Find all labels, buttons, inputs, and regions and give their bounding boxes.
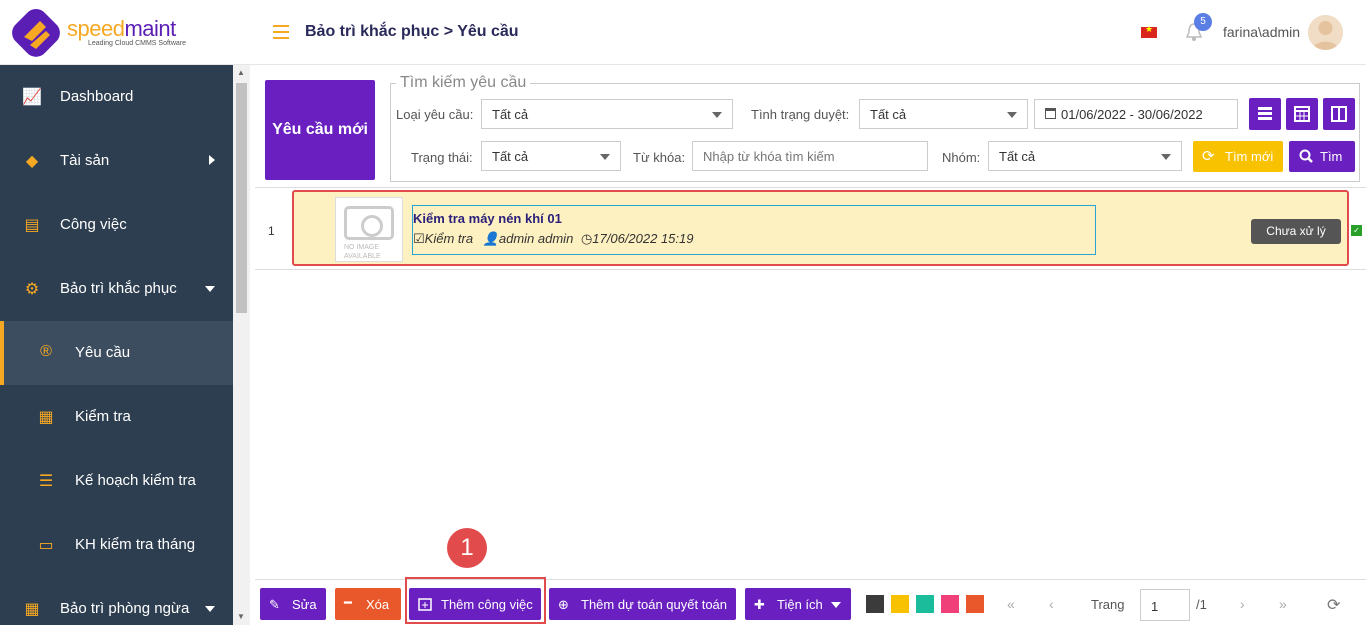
breadcrumb: Bảo trì khắc phục > Yêu cầu [305, 23, 519, 40]
page-label: Trang [1091, 597, 1125, 612]
keyword-label: Từ khóa: [633, 150, 686, 165]
pencil-icon: ✎ [269, 597, 280, 612]
calendar-icon: ▭ [38, 537, 54, 554]
task-icon: ▤ [24, 217, 40, 234]
calendar-grid-icon: ▦ [24, 601, 40, 618]
caret-down-icon [831, 602, 841, 608]
sidebar-item-tasks[interactable]: ▤ Công việc [0, 193, 233, 257]
calendar-icon [1045, 108, 1056, 119]
new-request-button[interactable]: Yêu cầu mới [265, 80, 375, 180]
color-swatch-yellow[interactable] [891, 595, 909, 613]
row-checkbox[interactable]: ✓ [1351, 225, 1362, 236]
sidebar-item-monthly-inspection[interactable]: ▭ KH kiểm tra tháng [0, 513, 233, 577]
request-type-select[interactable]: Tất cả [481, 99, 733, 129]
camera-icon [344, 206, 394, 240]
refresh-icon[interactable]: ⟳ [1327, 595, 1340, 615]
calendar-view-button[interactable] [1286, 98, 1318, 130]
username[interactable]: farina\admin [1223, 24, 1300, 40]
search-button[interactable]: Tìm [1289, 141, 1355, 172]
add-estimate-button[interactable]: ⊕ Thêm dự toán quyết toán [549, 588, 736, 620]
checkbox-icon: ☑ [413, 231, 425, 246]
reset-search-button[interactable]: ⟳ Tìm mới [1193, 141, 1283, 172]
approval-select[interactable]: Tất cả [859, 99, 1028, 129]
user-icon: 👤 [482, 231, 499, 246]
calendar-view-icon [1294, 106, 1310, 122]
vietnam-flag-icon[interactable] [1141, 24, 1157, 38]
request-icon: ® [40, 343, 52, 360]
request-title[interactable]: Kiểm tra máy nén khí 01 [413, 211, 562, 226]
speedmaint-logo-icon[interactable] [10, 7, 62, 59]
notification-badge: 5 [1194, 13, 1212, 31]
brand-name: speedmaint [67, 16, 176, 41]
sidebar-item-dashboard[interactable]: 📈 Dashboard [0, 65, 233, 129]
minus-icon: ━ [344, 595, 352, 610]
search-legend: Tìm kiếm yêu cầu [400, 74, 527, 91]
brand-tagline: Leading Cloud CMMS Software [88, 40, 187, 47]
status-badge: Chưa xử lý [1251, 219, 1341, 244]
prev-page-icon[interactable]: ‹ [1049, 596, 1054, 612]
sidebar-item-preventive-maintenance[interactable]: ▦ Bảo trì phòng ngừa [0, 577, 233, 641]
page-input[interactable]: 1 [1140, 589, 1190, 621]
first-page-icon[interactable]: « [1007, 596, 1015, 612]
date-range-input[interactable]: 01/06/2022 - 30/06/2022 [1034, 99, 1238, 129]
sidebar-item-inspection[interactable]: ▦ Kiểm tra [0, 385, 233, 449]
list-view-button[interactable] [1249, 98, 1281, 130]
puzzle-icon: ✚ [754, 597, 765, 612]
color-swatch-orange[interactable] [966, 595, 984, 613]
approval-label: Tình trạng duyệt: [751, 107, 850, 122]
color-swatch-dark[interactable] [866, 595, 884, 613]
group-select[interactable]: Tất cả [988, 141, 1182, 171]
sidebar: 📈 Dashboard ◆ Tài sản ▤ Công việc ⚙ Bảo … [0, 65, 233, 625]
delete-button[interactable]: ━ Xóa [335, 588, 401, 620]
group-label: Nhóm: [942, 150, 981, 165]
no-image-text: NO IMAGE AVAILABLE [344, 244, 381, 260]
clock-icon: ◷ [580, 231, 593, 246]
avatar[interactable] [1308, 15, 1343, 50]
row-index: 1 [268, 224, 275, 238]
color-swatch-teal[interactable] [916, 595, 934, 613]
menu-toggle-icon[interactable] [273, 25, 289, 39]
status-label: Trạng thái: [411, 150, 473, 165]
step-marker: 1 [447, 528, 487, 568]
chevron-down-icon [205, 606, 215, 612]
refresh-icon: ⟳ [1202, 148, 1215, 165]
split-view-button[interactable] [1323, 98, 1355, 130]
sidebar-item-assets[interactable]: ◆ Tài sản [0, 129, 233, 193]
request-meta: ☑Kiểm tra 👤admin admin ◷17/06/2022 15:19 [413, 231, 694, 246]
document-icon: ▦ [38, 409, 54, 426]
chevron-down-icon [205, 286, 215, 292]
chart-icon: 📈 [22, 89, 42, 106]
last-page-icon[interactable]: » [1279, 596, 1287, 612]
scroll-up-icon[interactable]: ▲ [237, 68, 245, 77]
list-view-icon [1258, 107, 1272, 120]
scrollbar-thumb[interactable] [236, 83, 247, 313]
request-type-label: Loại yêu cầu: [396, 107, 474, 122]
status-select[interactable]: Tất cả [481, 141, 621, 171]
color-swatch-pink[interactable] [941, 595, 959, 613]
next-page-icon[interactable]: › [1240, 596, 1245, 612]
chevron-right-icon [209, 155, 215, 165]
sidebar-item-inspection-plan[interactable]: ☰ Kế hoạch kiểm tra [0, 449, 233, 513]
split-view-icon [1331, 106, 1347, 122]
top-header: speedmaint Leading Cloud CMMS Software B… [0, 0, 1366, 65]
tools-icon: ⚙ [24, 281, 40, 298]
scroll-down-icon[interactable]: ▼ [237, 612, 245, 621]
plus-circle-icon: ⊕ [558, 597, 569, 612]
keyword-input[interactable] [692, 141, 928, 171]
list-icon: ☰ [38, 473, 54, 490]
page-total: /1 [1196, 597, 1207, 612]
edit-button[interactable]: ✎ Sửa [260, 588, 326, 620]
search-icon [1299, 149, 1313, 163]
boxes-icon: ◆ [25, 153, 39, 170]
utilities-button[interactable]: ✚ Tiện ích [745, 588, 851, 620]
sidebar-scrollbar[interactable]: ▲ ▼ [233, 65, 250, 625]
no-image-thumbnail: NO IMAGE AVAILABLE [335, 197, 403, 262]
add-task-highlight [405, 577, 546, 624]
sidebar-item-requests[interactable]: ® Yêu cầu [0, 321, 233, 385]
sidebar-item-corrective-maintenance[interactable]: ⚙ Bảo trì khắc phục [0, 257, 233, 321]
